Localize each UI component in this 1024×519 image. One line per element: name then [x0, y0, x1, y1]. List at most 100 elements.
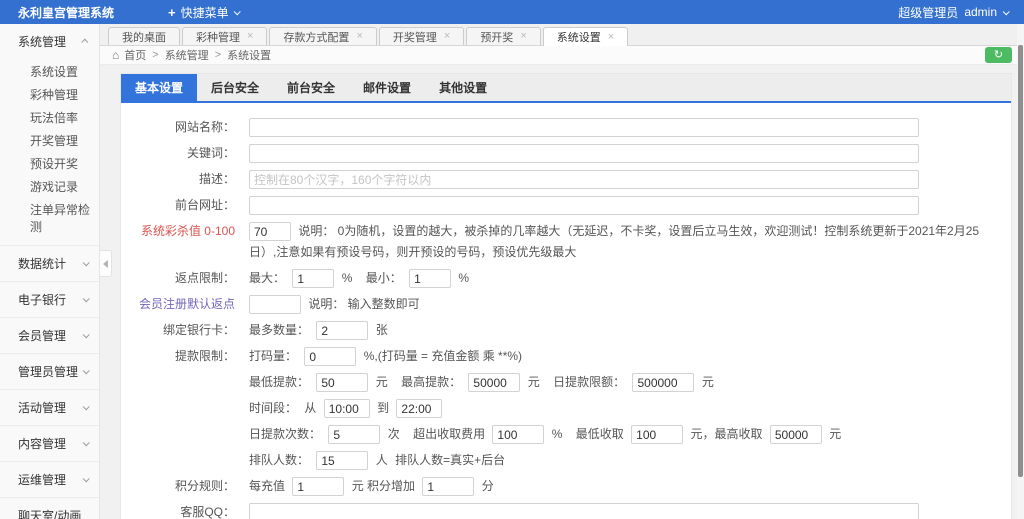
rebate-max-input[interactable]	[292, 269, 334, 288]
breadcrumb-item[interactable]: 首页	[124, 47, 146, 63]
settings-tab[interactable]: 邮件设置	[349, 74, 425, 101]
breadcrumb-separator: >	[215, 49, 221, 61]
breadcrumb-bar: ⌂ 首页 > 系统管理 > 系统设置 ↻	[100, 46, 1024, 65]
daily-times-input[interactable]	[328, 425, 380, 444]
sidebar-item[interactable]: 游戏记录	[0, 175, 99, 198]
form-row-bank-card: 绑定银行卡： 最多数量： 张	[121, 320, 1011, 341]
quick-menu-button[interactable]: + 快捷菜单	[168, 4, 239, 21]
chevron-down-icon	[233, 8, 240, 15]
min-withdraw-input[interactable]	[316, 373, 368, 392]
chevron-down-icon	[83, 295, 90, 302]
window-tab-bar: 我的桌面 彩种管理 × 存款方式配置 × 开奖管理 × 预开奖 × 系统设置 ×	[100, 24, 1024, 46]
front-url-input[interactable]	[249, 196, 919, 215]
sidebar-item[interactable]: 注单异常检测	[0, 198, 99, 238]
over-fee-input[interactable]	[492, 425, 544, 444]
recharge-input[interactable]	[292, 477, 344, 496]
keywords-input[interactable]	[249, 144, 919, 163]
sidebar-group-label: 电子银行	[18, 291, 66, 308]
vertical-scrollbar[interactable]	[1017, 24, 1024, 519]
dama-label: 打码量：	[249, 349, 297, 363]
sidebar-item[interactable]: 系统设置	[0, 60, 99, 83]
site-name-label: 网站名称：	[121, 117, 249, 138]
bank-max-input[interactable]	[316, 321, 368, 340]
queue-input[interactable]	[316, 451, 368, 470]
sidebar-item[interactable]: 彩种管理	[0, 83, 99, 106]
window-tab[interactable]: 预开奖 ×	[466, 27, 540, 45]
time-from-label: 从	[304, 401, 316, 415]
sidebar-collapse-handle[interactable]	[100, 250, 112, 277]
sidebar-group-header[interactable]: 内容管理	[0, 425, 99, 461]
min-collect-input[interactable]	[631, 425, 683, 444]
form-row-daily-times: 日提款次数： 次 超出收取费用 % 最低收取 元，最高收取 元	[121, 424, 1011, 445]
register-rebate-description: 说明： 输入整数即可	[308, 297, 419, 311]
bank-max-label: 最多数量：	[249, 323, 309, 337]
sidebar-group-label: 管理员管理	[18, 363, 78, 380]
daily-quota-input[interactable]	[632, 373, 694, 392]
app-title: 永利皇宫管理系统	[0, 4, 130, 21]
rebate-min-input[interactable]	[409, 269, 451, 288]
refresh-button[interactable]: ↻	[985, 47, 1012, 63]
form-row-site-name: 网站名称：	[121, 117, 1011, 138]
settings-tab[interactable]: 基本设置	[121, 74, 197, 101]
front-url-label: 前台网址：	[121, 195, 249, 216]
max-collect-input[interactable]	[770, 425, 822, 444]
sidebar-group-header[interactable]: 管理员管理	[0, 353, 99, 389]
sidebar-group-header[interactable]: 电子银行	[0, 281, 99, 317]
tab-close-icon[interactable]: ×	[444, 31, 450, 42]
unit-yuan: 元	[528, 375, 540, 389]
sidebar-item[interactable]: 预设开奖	[0, 152, 99, 175]
time-to-input[interactable]	[396, 399, 442, 418]
settings-tab[interactable]: 后台安全	[197, 74, 273, 101]
register-rebate-input[interactable]	[249, 295, 301, 314]
settings-tab[interactable]: 前台安全	[273, 74, 349, 101]
sidebar-group-header[interactable]: 系统管理	[0, 24, 99, 59]
sidebar-group-label: 聊天室/动画管理	[18, 507, 84, 519]
rebate-limit-label: 返点限制：	[121, 268, 249, 289]
breadcrumb-item[interactable]: 系统管理	[165, 47, 209, 63]
sidebar-group-label: 内容管理	[18, 435, 66, 452]
sidebar-group-header[interactable]: 会员管理	[0, 317, 99, 353]
sidebar-group-items: 系统设置彩种管理玩法倍率开奖管理预设开奖游戏记录注单异常检测	[0, 59, 99, 245]
max-withdraw-input[interactable]	[468, 373, 520, 392]
form-row-register-rebate: 会员注册默认返点 说明： 输入整数即可	[121, 294, 1011, 315]
sidebar-menu: 系统管理 系统设置彩种管理玩法倍率开奖管理预设开奖游戏记录注单异常检测 数据统计…	[0, 24, 99, 519]
user-role: 超级管理员	[898, 4, 958, 21]
tab-close-icon[interactable]: ×	[247, 31, 253, 42]
breadcrumb-item[interactable]: 系统设置	[227, 47, 271, 63]
points-add-input[interactable]	[422, 477, 474, 496]
window-tab[interactable]: 彩种管理 ×	[182, 27, 267, 45]
time-from-input[interactable]	[324, 399, 370, 418]
form-row-withdraw-limit: 提款限制： 打码量： %,(打码量 = 充值金额 乘 **%)	[121, 346, 1011, 367]
window-tab[interactable]: 开奖管理 ×	[379, 27, 464, 45]
sidebar: 系统管理 系统设置彩种管理玩法倍率开奖管理预设开奖游戏记录注单异常检测 数据统计…	[0, 24, 100, 519]
sidebar-group-header[interactable]: 数据统计	[0, 245, 99, 281]
qq-label: 客服QQ：	[121, 502, 249, 519]
site-name-input[interactable]	[249, 118, 919, 137]
tab-close-icon[interactable]: ×	[520, 31, 526, 42]
window-tab[interactable]: 系统设置 ×	[543, 27, 628, 46]
unit-yuan: 元	[829, 427, 841, 441]
window-tab[interactable]: 我的桌面	[108, 27, 180, 45]
sidebar-group: 活动管理	[0, 389, 99, 425]
scrollbar-thumb[interactable]	[1018, 45, 1023, 477]
form-row-front-url: 前台网址：	[121, 195, 1011, 216]
dama-input[interactable]	[304, 347, 356, 366]
kill-value-input[interactable]	[249, 222, 291, 241]
sidebar-group-header[interactable]: 运维管理	[0, 461, 99, 497]
sidebar-item[interactable]: 开奖管理	[0, 129, 99, 152]
sidebar-group: 系统管理 系统设置彩种管理玩法倍率开奖管理预设开奖游戏记录注单异常检测	[0, 24, 99, 245]
register-rebate-link[interactable]: 会员注册默认返点	[121, 294, 249, 315]
tab-close-icon[interactable]: ×	[356, 31, 362, 42]
sidebar-group-header[interactable]: 活动管理	[0, 389, 99, 425]
user-menu[interactable]: 超级管理员 admin	[898, 4, 1024, 21]
description-input[interactable]	[249, 170, 919, 189]
sidebar-item[interactable]: 玩法倍率	[0, 106, 99, 129]
window-tab[interactable]: 存款方式配置 ×	[269, 27, 376, 45]
form-row-kill-value: 系统彩杀值 0-100 说明： 0为随机，设置的越大，被杀掉的几率越大（无延迟，…	[121, 221, 1011, 263]
min-withdraw-label: 最低提款：	[249, 375, 309, 389]
sidebar-group-header[interactable]: 聊天室/动画管理	[0, 497, 99, 519]
window-tab-label: 存款方式配置	[283, 29, 349, 45]
tab-close-icon[interactable]: ×	[608, 32, 614, 43]
settings-tab[interactable]: 其他设置	[425, 74, 501, 101]
qq-input[interactable]	[249, 503, 919, 519]
